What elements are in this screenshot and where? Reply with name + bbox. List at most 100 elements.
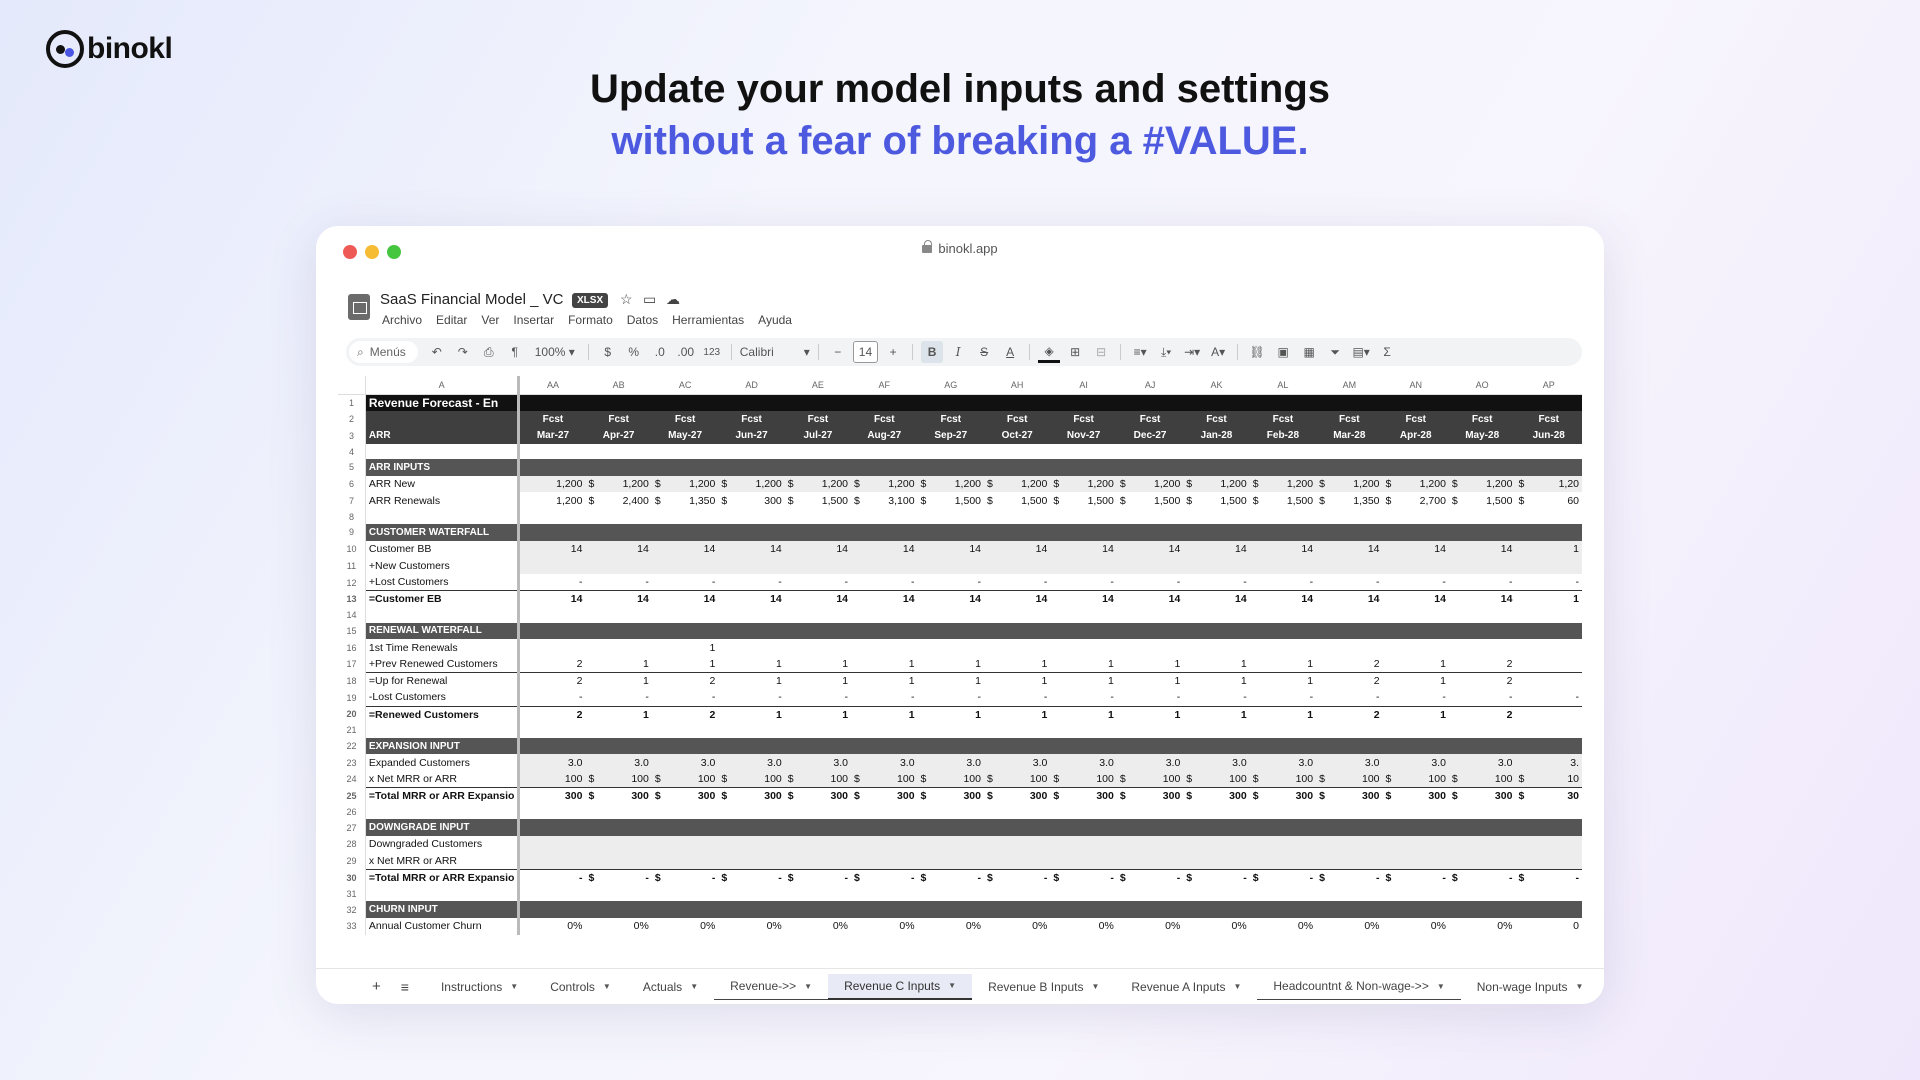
value-cell[interactable]: -	[851, 689, 918, 706]
value-cell[interactable]: $1,350	[1316, 492, 1382, 509]
value-cell[interactable]: $100	[1116, 771, 1184, 788]
value-cell[interactable]: 14	[1249, 590, 1317, 608]
merge-cells-icon[interactable]: ⊟	[1090, 341, 1112, 363]
value-cell[interactable]: 3.0	[1382, 754, 1449, 772]
value-cell[interactable]: $1,200	[1183, 475, 1250, 493]
value-cell[interactable]	[585, 524, 652, 541]
value-cell[interactable]	[984, 886, 1050, 901]
value-cell[interactable]	[918, 886, 984, 901]
value-cell[interactable]: -	[1183, 574, 1249, 591]
value-cell[interactable]	[984, 509, 1050, 524]
value-cell[interactable]	[1183, 444, 1249, 459]
value-cell[interactable]: 1	[1249, 672, 1317, 690]
row-label-cell[interactable]: ARR	[365, 427, 521, 445]
value-cell[interactable]: 1	[585, 656, 651, 673]
row-label-cell[interactable]: Expanded Customers	[365, 754, 521, 772]
value-cell[interactable]	[917, 622, 984, 640]
column-header[interactable]: AK	[1183, 376, 1250, 395]
value-cell[interactable]: 3.0	[1448, 754, 1516, 772]
fcst-label[interactable]: Fcst	[1515, 410, 1582, 428]
value-cell[interactable]	[784, 737, 852, 755]
value-cell[interactable]: $100	[851, 771, 918, 788]
value-cell[interactable]	[1449, 639, 1516, 656]
value-cell[interactable]	[518, 622, 586, 640]
text-wrap-icon[interactable]: ⇥▾	[1181, 341, 1203, 363]
value-cell[interactable]: $1,500	[785, 492, 851, 509]
value-cell[interactable]: 14	[585, 540, 652, 558]
value-cell[interactable]: $ -	[1448, 869, 1516, 887]
value-cell[interactable]	[1382, 459, 1449, 476]
value-cell[interactable]	[918, 509, 984, 524]
month-label[interactable]: Dec-27	[1116, 427, 1184, 445]
month-label[interactable]: Apr-27	[585, 427, 652, 445]
value-cell[interactable]: 3.0	[1249, 754, 1317, 772]
column-header[interactable]: AB	[585, 376, 652, 395]
column-header[interactable]: AJ	[1116, 376, 1184, 395]
value-cell[interactable]: 1	[585, 672, 652, 690]
value-cell[interactable]: 1,200	[519, 492, 586, 509]
value-cell[interactable]	[1515, 672, 1582, 690]
value-cell[interactable]	[1249, 901, 1317, 918]
value-cell[interactable]	[1382, 394, 1449, 411]
value-cell[interactable]	[585, 737, 652, 755]
value-cell[interactable]: $1,500	[984, 492, 1050, 509]
value-cell[interactable]: $ -	[585, 869, 652, 887]
value-cell[interactable]: $1,500	[1050, 492, 1116, 509]
value-cell[interactable]	[518, 557, 586, 575]
value-cell[interactable]	[1515, 836, 1582, 853]
row-label-cell[interactable]: ARR New	[365, 475, 521, 493]
value-cell[interactable]	[1116, 836, 1184, 853]
value-cell[interactable]: 1	[984, 705, 1051, 723]
value-cell[interactable]: $300	[1183, 787, 1250, 805]
value-cell[interactable]	[1117, 723, 1183, 738]
row-label-cell[interactable]	[365, 410, 521, 428]
value-cell[interactable]	[984, 852, 1051, 870]
value-cell[interactable]	[1183, 852, 1250, 870]
strikethrough-icon[interactable]: S	[973, 341, 995, 363]
value-cell[interactable]	[1117, 608, 1183, 623]
value-cell[interactable]: -	[1050, 574, 1116, 591]
value-cell[interactable]: 3.	[1515, 754, 1582, 772]
value-cell[interactable]	[1316, 622, 1383, 640]
value-cell[interactable]	[1050, 608, 1116, 623]
value-cell[interactable]	[1183, 723, 1249, 738]
value-cell[interactable]	[984, 608, 1050, 623]
row-label-cell[interactable]: =Total MRR or ARR Expansio	[365, 869, 521, 887]
value-cell[interactable]: $300	[1448, 787, 1516, 805]
value-cell[interactable]: -	[785, 689, 851, 706]
value-cell[interactable]	[1515, 804, 1582, 819]
value-cell[interactable]	[784, 459, 852, 476]
value-cell[interactable]	[1249, 852, 1317, 870]
value-cell[interactable]: -	[518, 869, 586, 887]
fcst-label[interactable]: Fcst	[1183, 410, 1250, 428]
row-label-cell[interactable]: Annual Customer Churn	[365, 917, 521, 935]
value-cell[interactable]	[851, 557, 918, 575]
value-cell[interactable]	[851, 819, 918, 837]
value-cell[interactable]: $ -	[718, 869, 785, 887]
value-cell[interactable]	[1448, 737, 1516, 755]
address-bar[interactable]: binokl.app	[316, 240, 1604, 256]
value-cell[interactable]	[918, 723, 984, 738]
value-cell[interactable]	[585, 901, 652, 918]
value-cell[interactable]: 14	[1116, 540, 1184, 558]
column-header[interactable]: AA	[518, 376, 586, 395]
value-cell[interactable]	[784, 901, 852, 918]
insert-comment-icon[interactable]: ▣	[1272, 341, 1294, 363]
column-header[interactable]: AM	[1316, 376, 1383, 395]
value-cell[interactable]: 14	[1050, 590, 1117, 608]
value-cell[interactable]: $300	[651, 787, 719, 805]
value-cell[interactable]	[1050, 557, 1117, 575]
value-cell[interactable]	[1515, 852, 1582, 870]
month-label[interactable]: Jan-28	[1183, 427, 1250, 445]
value-cell[interactable]: 3.0	[585, 754, 652, 772]
value-cell[interactable]	[718, 836, 785, 853]
row-label-cell[interactable]: x Net MRR or ARR	[365, 852, 521, 870]
value-cell[interactable]: 14	[784, 590, 852, 608]
value-cell[interactable]: 14	[851, 590, 918, 608]
value-cell[interactable]: 3.0	[984, 754, 1051, 772]
menu-ver[interactable]: Ver	[481, 313, 499, 327]
menu-datos[interactable]: Datos	[627, 313, 658, 327]
value-cell[interactable]: $ -	[1249, 869, 1317, 887]
value-cell[interactable]	[585, 836, 652, 853]
value-cell[interactable]	[1116, 459, 1184, 476]
